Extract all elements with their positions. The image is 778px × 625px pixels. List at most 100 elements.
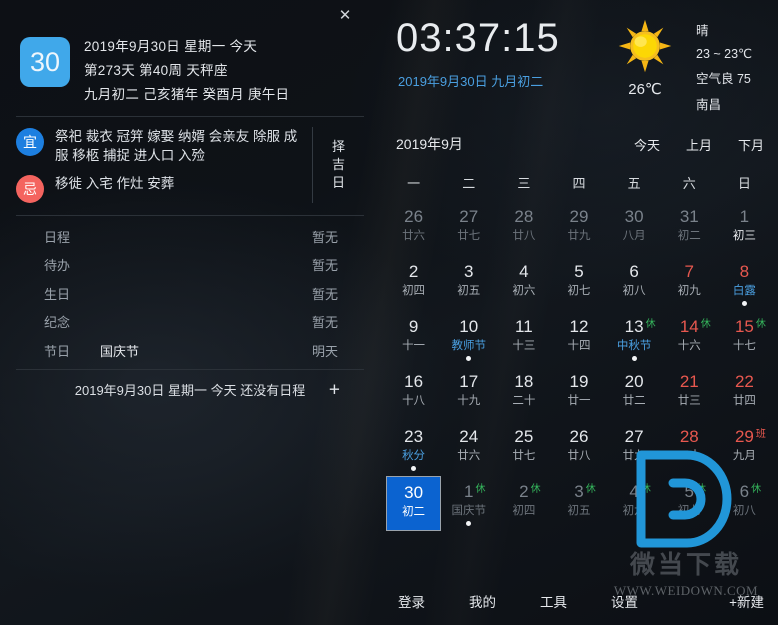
day-number: 26 [569,427,589,446]
calendar-day-cell[interactable]: 23 秋分 [386,421,441,476]
list-item[interactable]: 纪念 暂无 [16,308,364,337]
list-item[interactable]: 生日 暂无 [16,279,364,308]
calendar-day-cell[interactable]: 2 休初四 [496,476,551,531]
calendar-day-cell[interactable]: 13 休中秋节 [607,311,662,366]
calendar-day-cell[interactable]: 27 廿七 [441,201,496,256]
list-item[interactable]: 日程 暂无 [16,222,364,251]
calendar-day-cell[interactable]: 20 廿二 [607,366,662,421]
date-info-lines: 2019年9月30日 星期一 今天 第273天 第40周 天秤座 九月初二 己亥… [84,34,289,103]
calendar-day-cell[interactable]: 11 十三 [496,311,551,366]
calendar-day-cell[interactable]: 1 休国庆节 [441,476,496,531]
calendar-day-cell[interactable]: 5 休初七 [662,476,717,531]
calendar-day-cell[interactable]: 10 教师节 [441,311,496,366]
add-schedule-icon[interactable]: + [329,380,340,399]
list-item[interactable]: 待办 暂无 [16,251,364,280]
calendar-day-cell[interactable]: 21 廿三 [662,366,717,421]
calendar-day-cell[interactable]: 19 廿一 [551,366,606,421]
calendar-day-cell[interactable]: 31 初二 [662,201,717,256]
choose-auspicious-day-button[interactable]: 择 吉 日 [312,127,364,203]
calendar-day-cell[interactable]: 3 休初五 [551,476,606,531]
schedule-empty-text: 2019年9月30日 星期一 今天 还没有日程 [74,383,306,398]
calendar-day-cell[interactable]: 6 休初八 [717,476,772,531]
weather-city: 南昌 [696,98,722,112]
event-dot-icon [466,521,472,526]
list-item[interactable]: 节日 国庆节 明天 [16,336,364,365]
rest-day-tag: 休 [696,484,706,495]
day-number: 23 [404,427,424,446]
calendar-day-cell[interactable]: 26 廿六 [386,201,441,256]
calendar-day-cell[interactable]: 4 初六 [496,256,551,311]
ji-badge-icon: 忌 [16,175,44,203]
info-label: 纪念 [44,315,71,331]
day-lunar-label: 二十 [512,395,536,407]
day-lunar-label: 廿三 [677,395,701,407]
calendar-day-cell[interactable]: 8 白露 [717,256,772,311]
tools-button[interactable]: 工具 [540,591,567,611]
info-label: 生日 [44,286,71,302]
clock-date-lunar: 2019年9月30日 九月初二 [398,74,544,89]
calendar-day-cell[interactable]: 26 廿八 [551,421,606,476]
calendar-today-button[interactable]: 今天 [634,135,660,154]
day-number: 24 [459,427,479,446]
day-lunar-label: 初四 [402,285,426,297]
calendar-day-cell[interactable]: 24 廿六 [441,421,496,476]
calendar-day-cell[interactable]: 14 休十六 [662,311,717,366]
day-lunar-label: 初八 [732,505,756,517]
calendar-day-cell[interactable]: 22 廿四 [717,366,772,421]
day-lunar-label: 初二 [677,230,701,242]
calendar-day-cell[interactable]: 3 初五 [441,256,496,311]
day-lunar-label: 十八 [402,395,426,407]
new-item-button[interactable]: +新建 [729,591,764,611]
rest-day-tag: 休 [645,319,656,330]
day-number: 2 [408,262,419,281]
calendar-day-cell[interactable]: 9 十一 [386,311,441,366]
day-number: 3 [463,262,474,281]
settings-button[interactable]: 设置 [611,591,638,611]
calendar-day-cell[interactable]: 15 休十七 [717,311,772,366]
close-icon[interactable]: ✕ [336,7,354,25]
day-number: 31 [679,207,699,226]
right-calendar-panel: 03:37:15 2019年9月30日 九月初二 26℃ 晴 23 ~ 23℃ … [380,0,778,625]
rest-day-tag: 休 [640,484,651,495]
day-number: 5休 [684,482,706,501]
day-lunar-label: 初八 [622,285,646,297]
day-number: 2休 [519,482,541,501]
calendar-day-cell[interactable]: 12 十四 [551,311,606,366]
calendar-day-cell[interactable]: 27 廿九 [607,421,662,476]
calendar-day-cell[interactable]: 6 初八 [607,256,662,311]
mine-button[interactable]: 我的 [469,591,496,611]
calendar-day-cell[interactable]: 7 初九 [662,256,717,311]
calendar-day-cell[interactable]: 5 初七 [551,256,606,311]
day-lunar-label: 廿七 [457,230,481,242]
day-lunar-label: 国庆节 [451,505,486,517]
day-number: 28 [514,207,534,226]
day-number: 28 [679,427,699,446]
rest-day-tag: 休 [530,484,541,495]
rest-day-tag: 休 [585,484,596,495]
calendar-next-month-button[interactable]: 下月 [738,135,764,154]
login-button[interactable]: 登录 [398,591,425,611]
day-lunar-label: 秋分 [402,450,426,462]
calendar-day-cell[interactable]: 29 班九月 [717,421,772,476]
calendar-day-cell[interactable]: 30 初二 [386,476,442,531]
day-number: 14 休 [679,317,711,336]
yi-text: 祭祀 裁衣 冠笄 嫁娶 纳婿 会亲友 除服 成服 移柩 捕捉 进人口 入殓 [55,129,298,163]
calendar-day-cell[interactable]: 18 二十 [496,366,551,421]
day-lunar-label: 十三 [512,340,536,352]
calendar-day-cell[interactable]: 28 三十 [662,421,717,476]
calendar-day-cell[interactable]: 17 十九 [441,366,496,421]
day-lunar-label: 初九 [677,285,701,297]
weather-air-quality: 空气良 75 [696,72,751,86]
calendar-day-cell[interactable]: 28 廿八 [496,201,551,256]
calendar-day-cell[interactable]: 1 初三 [717,201,772,256]
calendar-day-cell[interactable]: 25 廿七 [496,421,551,476]
weather-detail-block: 晴 23 ~ 23℃ 空气良 75 南昌 [682,14,766,113]
calendar-day-cell[interactable]: 2 初四 [386,256,441,311]
calendar-day-cell[interactable]: 29 廿九 [551,201,606,256]
calendar-day-cell[interactable]: 16 十八 [386,366,441,421]
calendar-prev-month-button[interactable]: 上月 [686,135,712,154]
day-number: 10 [459,317,479,336]
weather-icon-block[interactable]: 26℃ [608,14,682,98]
calendar-day-cell[interactable]: 30 八月 [607,201,662,256]
calendar-day-cell[interactable]: 4 休初六 [607,476,662,531]
